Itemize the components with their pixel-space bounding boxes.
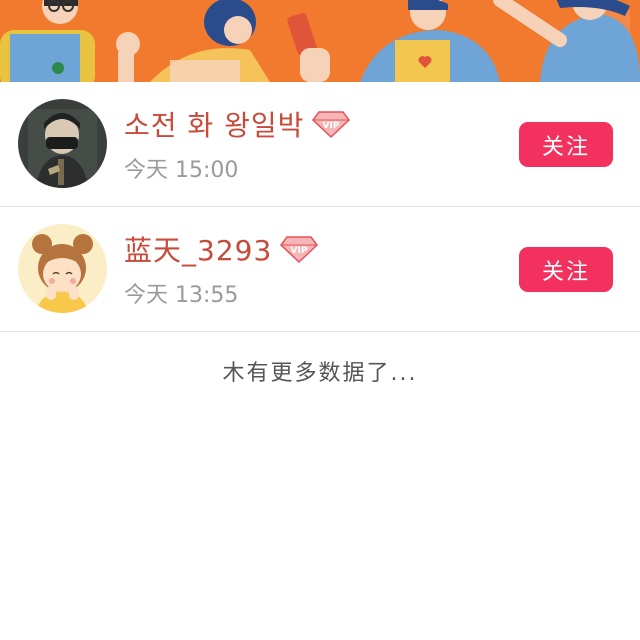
name-line: 소전 화 왕일박 VIP bbox=[124, 104, 351, 144]
post-time: 今天 15:00 bbox=[124, 158, 239, 183]
list-item[interactable]: 蓝天_3293 VIP 今天 13:55 关注 bbox=[0, 207, 640, 332]
list-item[interactable]: 소전 화 왕일박 VIP 今天 15:00 关注 bbox=[0, 82, 640, 207]
cartoon-people-illustration bbox=[0, 0, 640, 82]
username[interactable]: 소전 화 왕일박 bbox=[124, 104, 304, 144]
avatar-cartoon-girl bbox=[18, 224, 107, 313]
vip-diamond-icon: VIP bbox=[312, 111, 351, 139]
post-time: 今天 13:55 bbox=[124, 283, 239, 308]
follow-button[interactable]: 关注 bbox=[519, 122, 613, 167]
avatar-masked-boy bbox=[18, 99, 107, 188]
avatar[interactable] bbox=[18, 224, 107, 313]
svg-text:VIP: VIP bbox=[323, 121, 340, 131]
vip-diamond-icon: VIP bbox=[280, 236, 319, 264]
username[interactable]: 蓝天_3293 bbox=[124, 229, 272, 269]
follow-button[interactable]: 关注 bbox=[519, 247, 613, 292]
avatar[interactable] bbox=[18, 99, 107, 188]
no-more-data-text: 木有更多数据了... bbox=[222, 361, 418, 386]
svg-text:VIP: VIP bbox=[291, 246, 308, 256]
name-line: 蓝天_3293 VIP bbox=[124, 229, 319, 269]
banner-illustration bbox=[0, 0, 640, 82]
user-list: 소전 화 왕일박 VIP 今天 15:00 关注 蓝天_3293 VIP 今天 … bbox=[0, 82, 640, 332]
